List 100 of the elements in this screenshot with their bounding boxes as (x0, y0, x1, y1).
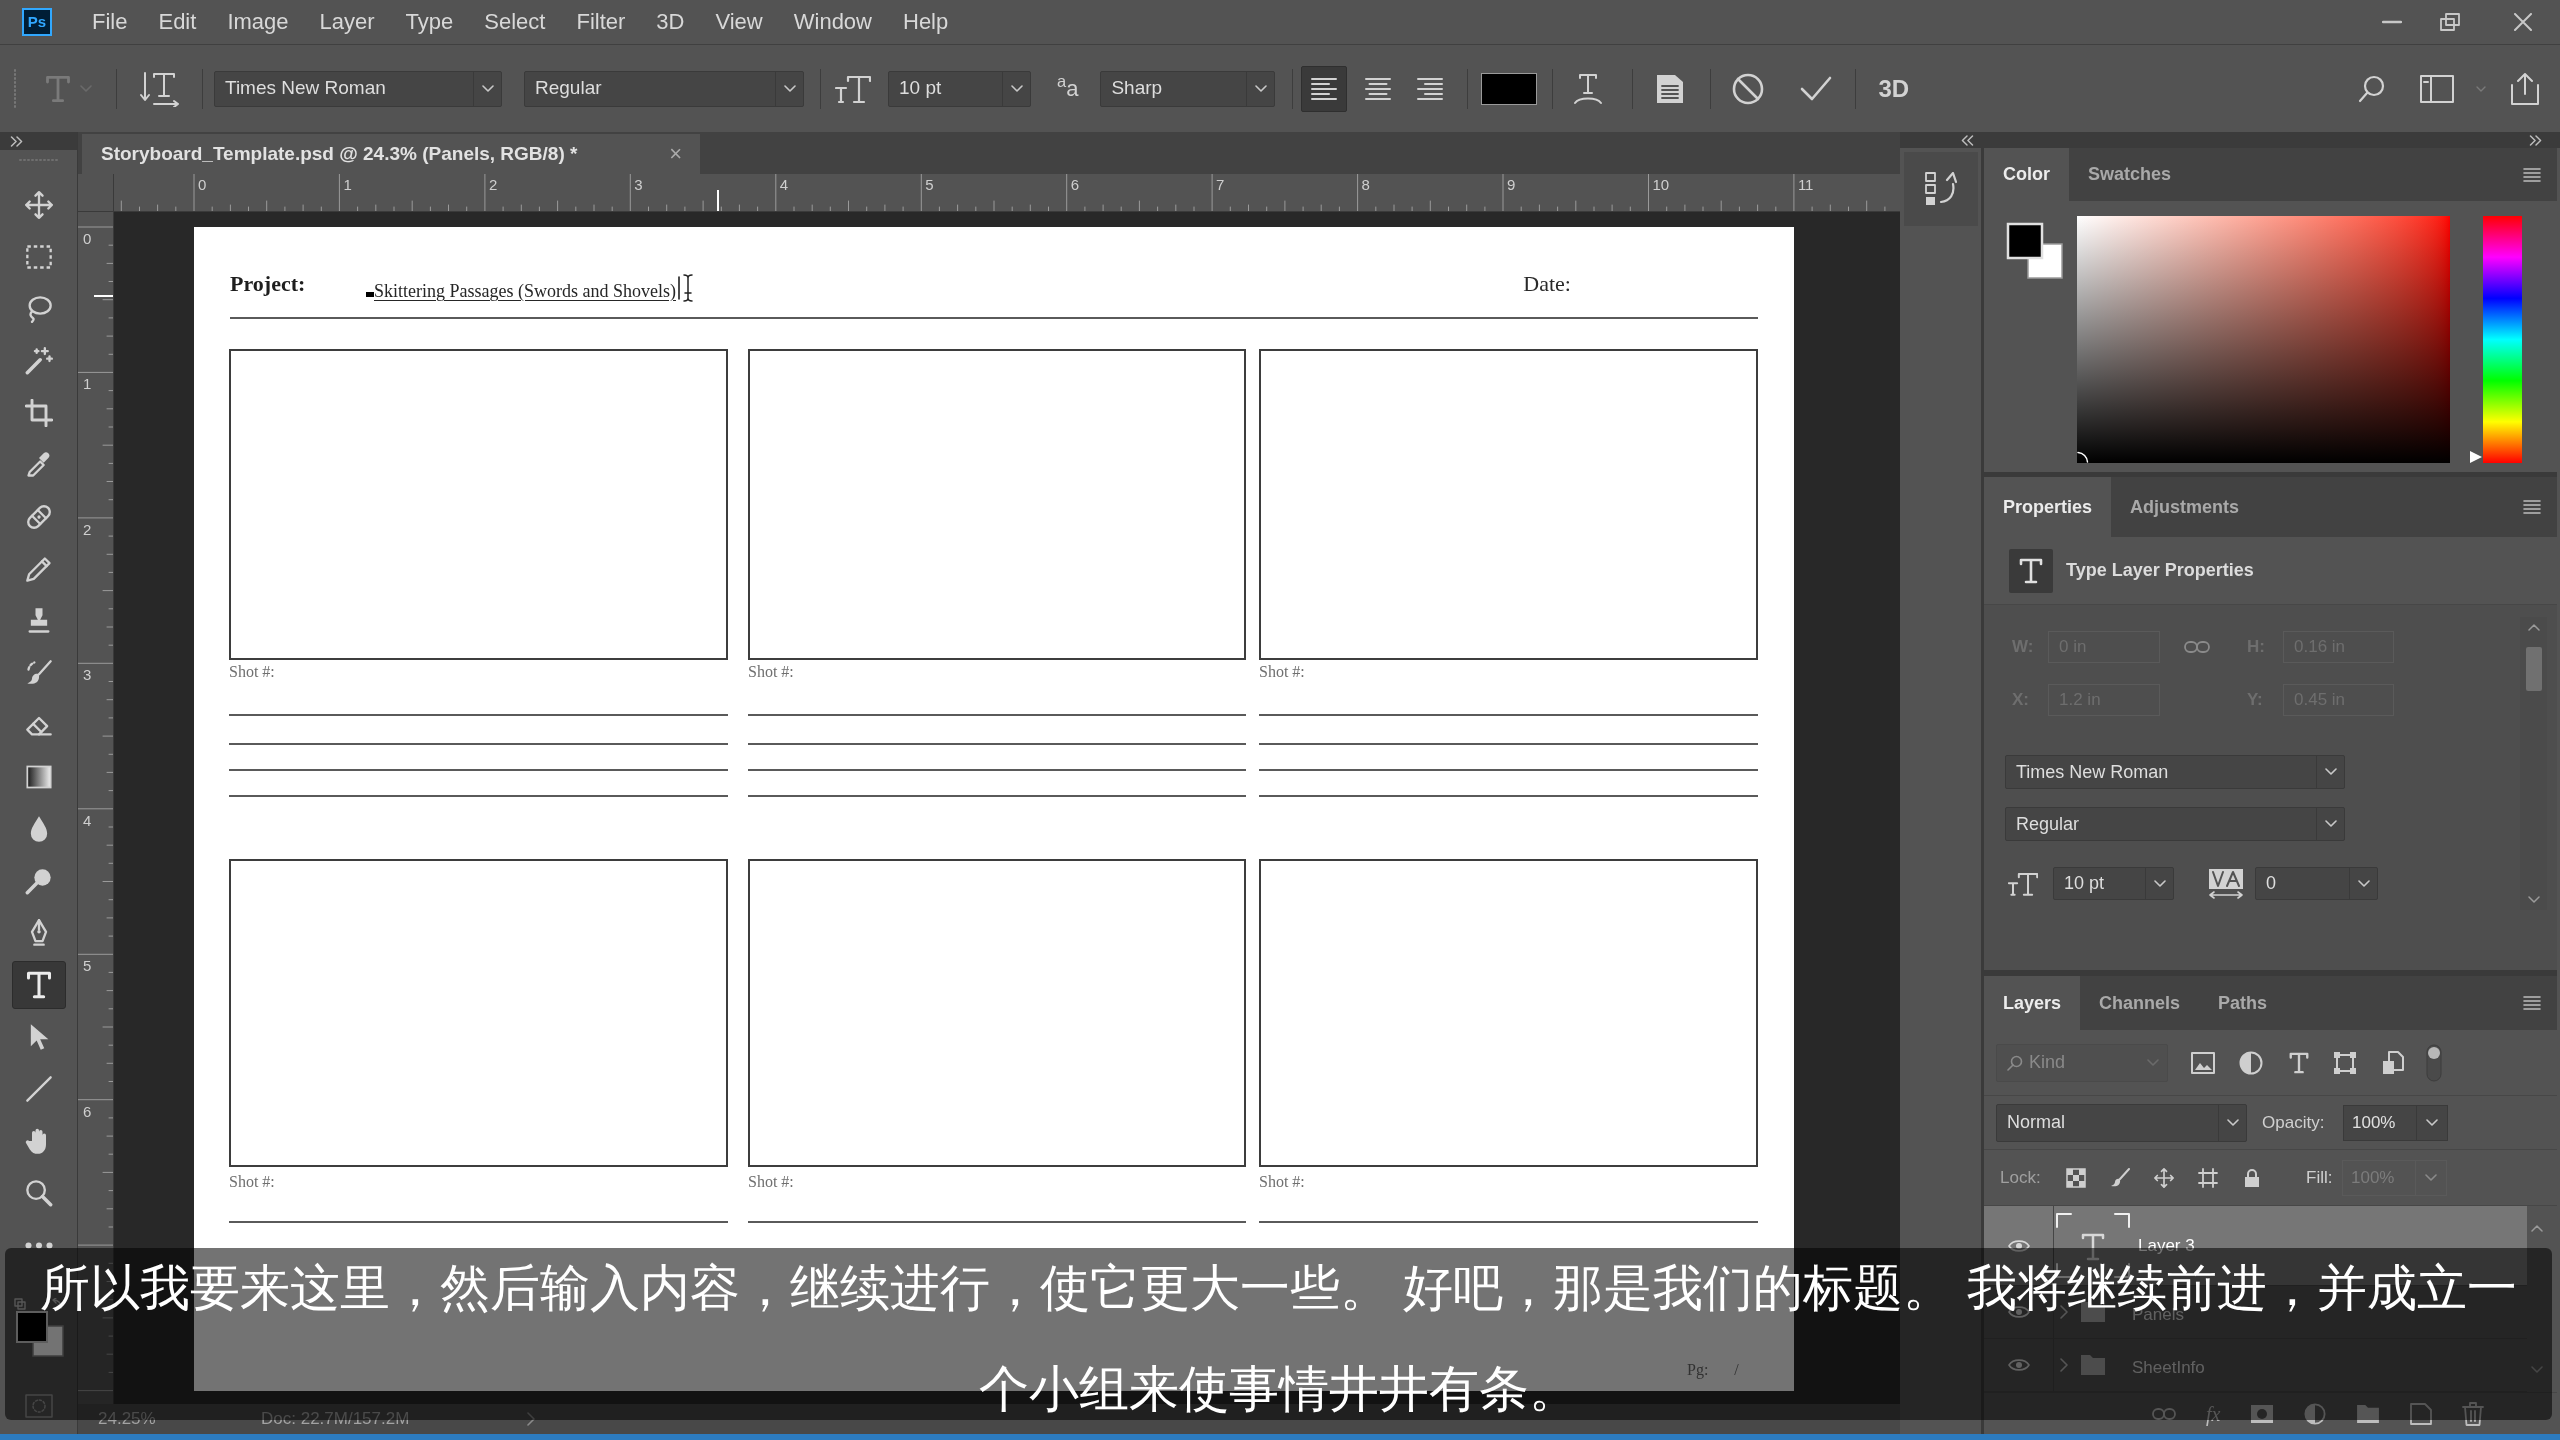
menu-item[interactable]: Type (405, 8, 454, 36)
menu-item[interactable]: View (715, 8, 763, 36)
font-family-dropdown[interactable]: Times New Roman (2005, 755, 2345, 789)
ruler-label: 4 (83, 812, 92, 828)
grid-icon[interactable] (2198, 1167, 2218, 1188)
menu-item[interactable]: 3D (656, 8, 685, 36)
tool-button[interactable] (11, 961, 66, 1009)
history-panel-button[interactable] (1904, 152, 1978, 226)
menu-item[interactable]: Filter (576, 8, 626, 36)
type-layer-icon (2009, 548, 2053, 593)
ruler-label: 0 (83, 231, 92, 246)
share-icon[interactable] (2510, 72, 2540, 105)
minimize-icon[interactable] (2382, 20, 2402, 24)
mask-icon[interactable] (2250, 1403, 2275, 1424)
checkerboard-icon[interactable] (2066, 1167, 2086, 1188)
menu-icon[interactable] (2523, 996, 2541, 1010)
ruler-label: 9 (1507, 177, 1516, 192)
workspace-icon[interactable] (2420, 74, 2454, 103)
ruler-label: 10 (1652, 177, 1670, 192)
tracking-dropdown[interactable]: 0 (2255, 867, 2378, 900)
menu-icon[interactable] (2523, 167, 2541, 182)
expand-toolbar-icon[interactable] (10, 135, 24, 147)
opacity-field[interactable]: 100% (2343, 1104, 2448, 1141)
font-family-dropdown[interactable]: Times New Roman (214, 70, 502, 107)
text-color-swatch[interactable] (1481, 72, 1538, 105)
panel-tab[interactable]: Color (1984, 148, 2069, 201)
text-document-icon[interactable] (1655, 73, 1686, 104)
document-icon[interactable] (2382, 1050, 2404, 1075)
slider-handle-icon[interactable] (2470, 451, 2482, 463)
document-tab[interactable]: Storyboard_Template.psd @ 24.3% (Panels, RGB/8) * × (82, 134, 700, 174)
menu-item[interactable]: Image (227, 8, 289, 36)
menu-item[interactable]: Help (903, 8, 949, 36)
ruler-label: 6 (1070, 177, 1080, 192)
filter-toggle-icon[interactable] (2426, 1043, 2442, 1082)
picture-icon[interactable] (2191, 1051, 2215, 1074)
type-icon[interactable] (2288, 1051, 2310, 1074)
caret-icon (481, 84, 494, 93)
padlock-icon[interactable] (2243, 1167, 2261, 1188)
align-button[interactable] (1301, 65, 1348, 112)
ruler-label: 1 (343, 177, 352, 192)
half-circle-icon[interactable] (2304, 1402, 2327, 1425)
caret-icon (2357, 879, 2370, 888)
anti-alias-dropdown[interactable]: Sharp (1100, 70, 1276, 107)
scroll-down-icon[interactable] (2527, 896, 2540, 904)
text-orientation-icon[interactable] (140, 70, 180, 107)
menu-item[interactable]: File (92, 8, 128, 36)
scrollbar-thumb[interactable] (2525, 647, 2542, 691)
half-circle-icon[interactable] (2239, 1050, 2263, 1075)
panel-tab[interactable]: Layers (1984, 976, 2081, 1030)
color-swatches-icon[interactable] (2006, 222, 2064, 280)
folder-icon[interactable] (2356, 1403, 2381, 1424)
align-right-icon (1417, 76, 1444, 101)
new-layer-icon[interactable] (2410, 1402, 2433, 1425)
cancel-icon[interactable] (1732, 72, 1765, 105)
move-arrows-icon[interactable] (2154, 1167, 2174, 1188)
close-icon[interactable] (2514, 13, 2532, 31)
ruler-label: 3 (634, 177, 643, 192)
menu-item[interactable]: Edit (158, 8, 197, 36)
font-style-dropdown[interactable]: Regular (2005, 807, 2345, 841)
font-size-dropdown[interactable]: 10 pt (888, 70, 1031, 107)
brush-icon[interactable] (2110, 1167, 2130, 1188)
ruler-label: 6 (83, 1103, 92, 1119)
ruler-label: 3 (83, 667, 92, 683)
font-style-dropdown[interactable]: Regular (524, 70, 804, 107)
caret-icon (783, 84, 796, 93)
ruler-label: 1 (83, 376, 92, 392)
caret-icon (2426, 1118, 2438, 1127)
opacity-label: Opacity: (2262, 1112, 2325, 1132)
menu-icon[interactable] (2523, 500, 2541, 514)
scroll-up-icon[interactable] (2527, 623, 2540, 631)
font-size-dropdown[interactable]: 10 pt (2053, 867, 2174, 900)
font-size-icon[interactable] (835, 73, 871, 104)
warp-text-icon[interactable] (1572, 72, 1605, 105)
tracking-icon (2208, 867, 2244, 900)
page-separator: / (1734, 1360, 1739, 1380)
menu-item[interactable]: Select (484, 8, 546, 36)
panel-title: Type Layer Properties (2066, 559, 2254, 582)
shot-number-label: Shot #: (1259, 1173, 1305, 1191)
panel-tab[interactable]: Properties (1984, 477, 2112, 537)
date-label: Date: (1523, 270, 1571, 298)
ruler-label: 5 (925, 177, 934, 192)
restore-icon[interactable] (2440, 13, 2460, 31)
search-icon[interactable] (2358, 74, 2386, 103)
checkmark-icon[interactable] (1800, 75, 1833, 102)
3d-button[interactable]: 3D (1878, 76, 1910, 101)
chevron-right-icon[interactable] (527, 1412, 535, 1426)
close-tab-button[interactable]: × (669, 143, 682, 165)
lock-label: Lock: (2000, 1167, 2041, 1187)
color-field[interactable] (2077, 216, 2450, 463)
hue-slider[interactable] (2470, 216, 2522, 463)
menu-item[interactable]: Layer (319, 8, 375, 36)
collapse-panels-icon[interactable] (1960, 134, 1974, 146)
shape-icon[interactable] (2333, 1050, 2357, 1075)
menu-item[interactable]: Window (793, 8, 872, 36)
trash-icon[interactable] (2462, 1401, 2485, 1426)
expand-panels-icon[interactable] (2529, 134, 2543, 146)
subtitle-line: 个小组来使事情井井有条。 (978, 1365, 1579, 1413)
blend-mode-dropdown[interactable]: Normal (1996, 1103, 2247, 1142)
scroll-up-icon[interactable] (2531, 1224, 2543, 1232)
eye-icon[interactable] (2007, 1237, 2030, 1254)
